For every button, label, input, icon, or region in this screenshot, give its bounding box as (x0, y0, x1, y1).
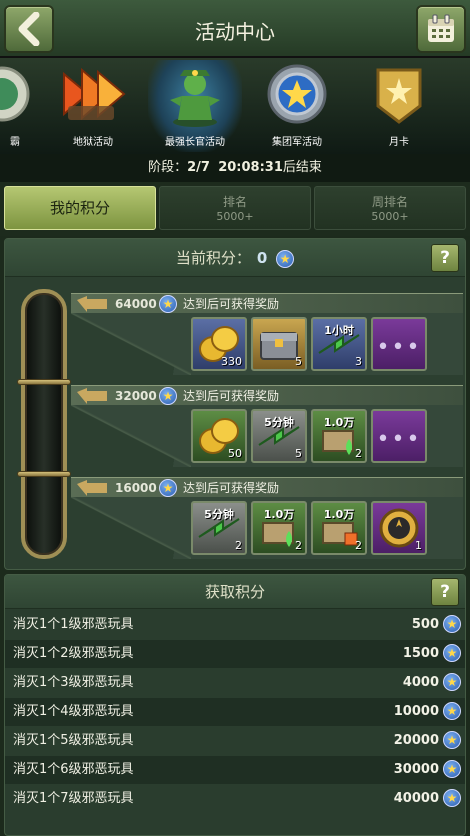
calendar-button[interactable] (416, 5, 466, 53)
green-soldier-icon (160, 60, 230, 128)
current-score-value: 0 (256, 249, 268, 267)
reward-speedup[interactable]: 5分钟 2 (191, 501, 247, 555)
pointer-arrow-icon (77, 480, 107, 496)
score-progress-bar (17, 289, 71, 559)
milestone-header: 32000 达到后可获得奖励 (71, 385, 463, 405)
reward-speedup[interactable]: 1小时 3 (311, 317, 367, 371)
activity-item-monthly-card[interactable]: 月卡 (352, 60, 446, 152)
star-points-icon (159, 387, 177, 405)
calendar-icon (428, 14, 454, 42)
star-points-icon (159, 479, 177, 497)
score-panel: 当前积分：0 ? 64000 达到后可获得奖励 330 5 (4, 238, 466, 570)
progress-tick (17, 379, 71, 385)
help-button[interactable]: ? (431, 578, 459, 606)
tab-bar: 我的积分 排名 5000+ 周排名 5000+ (0, 182, 470, 236)
tab-ranking[interactable]: 排名 5000+ (159, 186, 311, 230)
milestone-header: 16000 达到后可获得奖励 (71, 477, 463, 497)
star-points-icon (159, 295, 177, 313)
reward-more[interactable]: ••• (371, 409, 427, 463)
star-points-icon (276, 249, 295, 268)
star-points-icon (443, 615, 461, 633)
list-item: 消灭1个5级邪恶玩具 20000 (5, 727, 465, 755)
activity-item-strongest-officer[interactable]: 最强长官活动 (148, 60, 242, 152)
activity-item-army-group[interactable]: 集团军活动 (250, 60, 344, 152)
list-item: 消灭1个1级邪恶玩具 500 (5, 611, 465, 639)
progress-tick (17, 471, 71, 477)
header: 活动中心 (0, 0, 470, 58)
current-score-header: 当前积分：0 ? (5, 239, 465, 277)
star-points-icon (443, 760, 461, 778)
star-points-icon (443, 673, 461, 691)
activity-strip: 霸 地狱活动 最强长官活动 集团军活动 月卡 (0, 58, 470, 154)
phase-info: 阶段：2/7 20:08:31后结束 (0, 154, 470, 182)
list-item: 消灭1个7级邪恶玩具 40000 (5, 785, 465, 813)
pointer-arrow-icon (77, 388, 107, 404)
reward-more[interactable]: ••• (371, 317, 427, 371)
list-item: 消灭1个3级邪恶玩具 4000 (5, 669, 465, 697)
milestone-row: 64000 达到后可获得奖励 330 5 1小时 3 (71, 293, 463, 379)
tab-weekly-ranking[interactable]: 周排名 5000+ (314, 186, 466, 230)
reward-medal[interactable]: 1 (371, 501, 427, 555)
reward-supply-chest[interactable]: 5 (251, 317, 307, 371)
star-points-icon (443, 731, 461, 749)
reward-speedup[interactable]: 5分钟 5 (251, 409, 307, 463)
activity-item-hell[interactable]: 地狱活动 (46, 60, 140, 152)
pointer-arrow-icon (77, 296, 107, 312)
star-points-icon (443, 789, 461, 807)
earn-points-panel: 获取积分 ? 消灭1个1级邪恶玩具 500 消灭1个2级邪恶玩具 1500 消灭… (4, 574, 466, 836)
phase-stage: 2/7 (187, 160, 210, 175)
reward-resource-orange[interactable]: 1.0万 2 (311, 501, 367, 555)
reward-gold-coins[interactable]: 330 (191, 317, 247, 371)
more-dots-icon: ••• (376, 335, 422, 360)
star-badge-icon (262, 60, 332, 128)
reward-resource-green[interactable]: 1.0万 2 (251, 501, 307, 555)
earn-points-header: 获取积分 ? (5, 575, 465, 609)
list-item: 消灭1个6级邪恶玩具 30000 (5, 756, 465, 784)
phase-time: 20:08:31 (218, 160, 283, 175)
reward-resource-green[interactable]: 1.0万 2 (311, 409, 367, 463)
milestone-row: 16000 达到后可获得奖励 5分钟 2 1.0万 2 1.0万 (71, 477, 463, 563)
help-button[interactable]: ? (431, 244, 459, 272)
more-dots-icon: ••• (376, 427, 422, 452)
tab-my-points[interactable]: 我的积分 (4, 186, 156, 230)
page-title: 活动中心 (195, 20, 275, 44)
medal-icon (0, 60, 30, 128)
milestone-row: 32000 达到后可获得奖励 50 5分钟 5 1.0万 2 (71, 385, 463, 471)
reward-gold-coins[interactable]: 50 (191, 409, 247, 463)
star-points-icon (443, 702, 461, 720)
list-item: 消灭1个2级邪恶玩具 1500 (5, 640, 465, 668)
star-points-icon (443, 644, 461, 662)
milestone-header: 64000 达到后可获得奖励 (71, 293, 463, 313)
golden-emblem-icon (364, 60, 434, 128)
list-item: 消灭1个4级邪恶玩具 10000 (5, 698, 465, 726)
fire-arrow-icon (58, 60, 128, 128)
activity-item-partial[interactable]: 霸 (0, 60, 42, 152)
